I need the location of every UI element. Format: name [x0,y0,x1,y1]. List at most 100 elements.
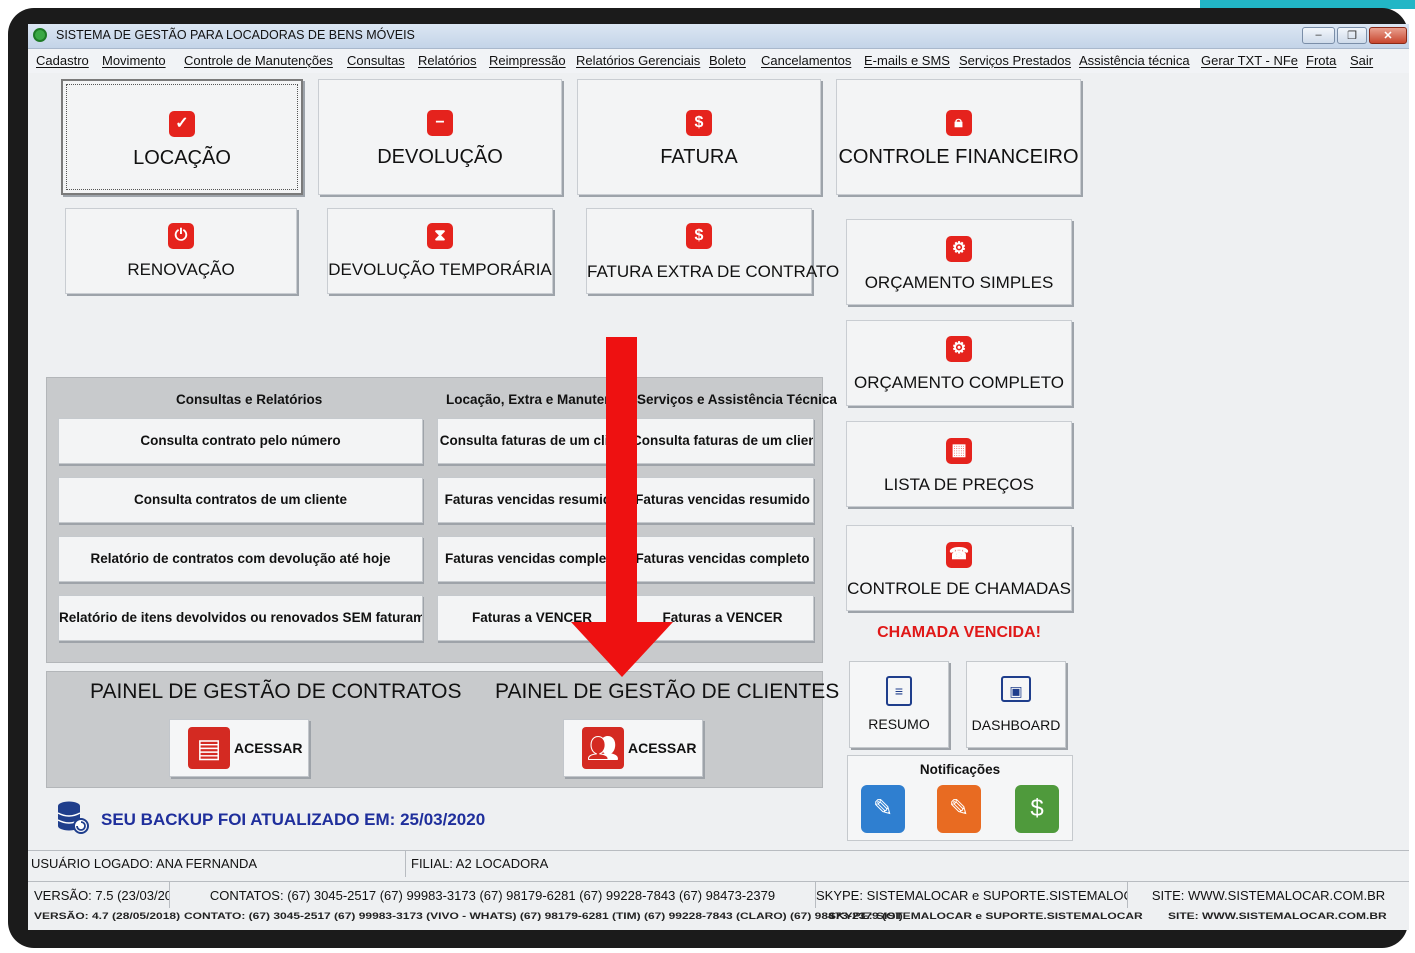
menu-consultas[interactable]: Consultas [347,53,405,68]
check-icon: ✓ [169,111,195,137]
col3-header: Serviços e Assistência Técnica [637,392,837,407]
minimize-button[interactable]: – [1302,27,1335,44]
locacao-faturas-vencidas-completo-button[interactable]: Faturas vencidas completo [437,536,627,582]
relatorio-sem-faturamento-button[interactable]: Relatório de itens devolvidos ou renovad… [58,595,423,641]
site: SITE: WWW.SISTEMALOCAR.COM.BR [1151,888,1386,903]
orcamento-simples-label: ORÇAMENTO SIMPLES [864,273,1054,292]
acessar-clientes-button[interactable]: 👥︎ ACESSAR [563,719,703,777]
usuario-logado: USUÁRIO LOGADO: ANA FERNANDA [28,851,406,877]
edit-notification-icon[interactable]: ✎ [937,785,981,833]
gear-icon: ⚙ [946,336,972,362]
close-icon: ✕ [1383,30,1393,42]
devolucao-button[interactable]: − DEVOLUÇÃO [318,79,562,195]
orcamento-simples-button[interactable]: ⚙ ORÇAMENTO SIMPLES [846,219,1072,305]
dollar-icon: $ [686,110,712,136]
menu-controle-manutencoes[interactable]: Controle de Manutenções [184,53,333,68]
menu-assistencia-tecnica[interactable]: Assistência técnica [1079,53,1190,68]
menu-reimpressao[interactable]: Reimpressão [489,53,566,68]
menu-cadastro[interactable]: Cadastro [36,53,89,68]
devolucao-temporaria-label: DEVOLUÇÃO TEMPORÁRIA [328,260,552,279]
menu-movimento[interactable]: Movimento [102,53,166,68]
devolucao-label: DEVOLUÇÃO [377,146,503,168]
power-icon: ⏻ [168,223,194,249]
minus-icon: − [427,110,453,136]
acessar-contratos-button[interactable]: ▤ ACESSAR [169,719,309,777]
locacao-consulta-faturas-button[interactable]: Consulta faturas de um clien [437,418,627,464]
painel-clientes-title: PAINEL DE GESTÃO DE CLIENTES [495,680,840,703]
controle-financeiro-label: CONTROLE FINANCEIRO [838,146,1079,168]
resumo-label: RESUMO [868,716,930,732]
maximize-button[interactable]: ❐ [1337,27,1367,44]
lock-icon: 🔒︎ [945,110,972,136]
fatura-extra-button[interactable]: $ FATURA EXTRA DE CONTRATO [586,208,840,294]
contracts-icon: ▤ [188,727,230,769]
window-title: SISTEMA DE GESTÃO PARA LOCADORAS DE BENS… [56,28,415,42]
resumo-button[interactable]: ≡ RESUMO [849,661,949,748]
gear-icon: ⚙ [946,236,972,262]
app-window: SISTEMA DE GESTÃO PARA LOCADORAS DE BENS… [28,24,1409,930]
relatorio-devolucao-button[interactable]: Relatório de contratos com devolução até… [58,536,423,582]
controle-financeiro-button[interactable]: 🔒︎ CONTROLE FINANCEIRO [836,79,1081,195]
menu-relatorios[interactable]: Relatórios [418,53,477,68]
locacao-button[interactable]: ✓ LOCAÇÃO [61,79,303,195]
close-button[interactable]: ✕ [1369,27,1407,44]
fatura-extra-label: FATURA EXTRA DE CONTRATO [587,262,840,281]
dollar-icon: $ [686,223,712,249]
col2-header: Locação, Extra e Manutençã [446,392,628,407]
notificacoes-panel: Notificações ✎ ✎ $ [847,755,1073,841]
database-icon [57,801,89,834]
app-logo-icon [33,28,47,42]
menu-frota[interactable]: Frota [1306,53,1336,68]
minimize-icon: – [1315,29,1322,41]
chamada-vencida-alert: CHAMADA VENCIDA! [877,624,1041,641]
menu-relatorios-gerenciais[interactable]: Relatórios Gerenciais [576,53,700,68]
filial: FILIAL: A2 LOCADORA [411,856,549,871]
controle-chamadas-label: CONTROLE DE CHAMADAS [847,579,1071,598]
orcamento-completo-label: ORÇAMENTO COMPLETO [853,373,1064,392]
lista-precos-button[interactable]: ▦ LISTA DE PREÇOS [846,421,1072,507]
title-bar: SISTEMA DE GESTÃO PARA LOCADORAS DE BENS… [28,24,1409,49]
lista-precos-label: LISTA DE PREÇOS [884,475,1034,494]
servicos-faturas-vencidas-resumido-button[interactable]: Faturas vencidas resumido [631,477,814,523]
document-notification-icon[interactable]: ✎ [861,785,905,833]
dashboard-button[interactable]: ▣ DASHBOARD [966,661,1066,748]
calculator-icon: ▦ [946,438,972,464]
servicos-consulta-faturas-button[interactable]: Consulta faturas de um cliente [631,418,814,464]
consulta-contrato-numero-button[interactable]: Consulta contrato pelo número [58,418,423,464]
locacao-faturas-vencidas-resumido-button[interactable]: Faturas vencidas resumido [437,477,627,523]
fatura-button[interactable]: $ FATURA [577,79,821,195]
skype: SKYPE: SISTEMALOCAR e SUPORTE.SISTEMALOC… [816,882,1128,908]
col1-header: Consultas e Relatórios [176,392,323,407]
acessar-contratos-label: ACESSAR [234,740,303,756]
menu-sair[interactable]: Sair [1350,53,1373,68]
fatura-label: FATURA [660,146,738,168]
backup-status: SEU BACKUP FOI ATUALIZADO EM: 25/03/2020 [101,810,486,829]
notificacoes-title: Notificações [919,762,1001,777]
controle-chamadas-button[interactable]: ☎ CONTROLE DE CHAMADAS [846,525,1072,611]
phone-icon: ☎ [946,542,972,568]
overlapped-status-bar: VERSÃO: 4.7 (28/05/2018) CONTATO: (67) 3… [28,908,1409,930]
ghost-skype: SKYPE: SISTEMALOCAR e SUPORTE.SISTEMALOC… [828,910,1143,922]
menu-gerar-txt-nfe[interactable]: Gerar TXT - NFe [1201,53,1298,68]
annotation-arrow-head [571,622,673,677]
servicos-faturas-vencidas-completo-button[interactable]: Faturas vencidas completo [631,536,814,582]
menu-cancelamentos[interactable]: Cancelamentos [761,53,851,68]
hourglass-icon: ⧗ [427,223,453,249]
menu-bar: Cadastro Movimento Controle de Manutençõ… [28,49,1409,73]
devolucao-temporaria-button[interactable]: ⧗ DEVOLUÇÃO TEMPORÁRIA [327,208,553,294]
renovacao-label: RENOVAÇÃO [127,260,235,279]
consulta-contratos-cliente-button[interactable]: Consulta contratos de um cliente [58,477,423,523]
menu-boleto[interactable]: Boleto [709,53,746,68]
status-bar-info: VERSÃO: 7.5 (23/03/2020) CONTATOS: (67) … [28,881,1409,908]
menu-servicos-prestados[interactable]: Serviços Prestados [959,53,1071,68]
billing-notification-icon[interactable]: $ [1015,785,1059,833]
annotation-arrow-shaft [606,337,637,627]
dashboard-label: DASHBOARD [971,717,1061,733]
monitor-icon: ▣ [1001,676,1031,702]
painel-contratos-title: PAINEL DE GESTÃO DE CONTRATOS [90,680,462,703]
renovacao-button[interactable]: ⏻ RENOVAÇÃO [65,208,297,294]
status-bar-user: USUÁRIO LOGADO: ANA FERNANDA FILIAL: A2 … [28,850,1409,877]
orcamento-completo-button[interactable]: ⚙ ORÇAMENTO COMPLETO [846,320,1072,406]
menu-emails-sms[interactable]: E-mails e SMS [864,53,950,68]
ghost-site: SITE: WWW.SISTEMALOCAR.COM.BR [1168,910,1387,922]
